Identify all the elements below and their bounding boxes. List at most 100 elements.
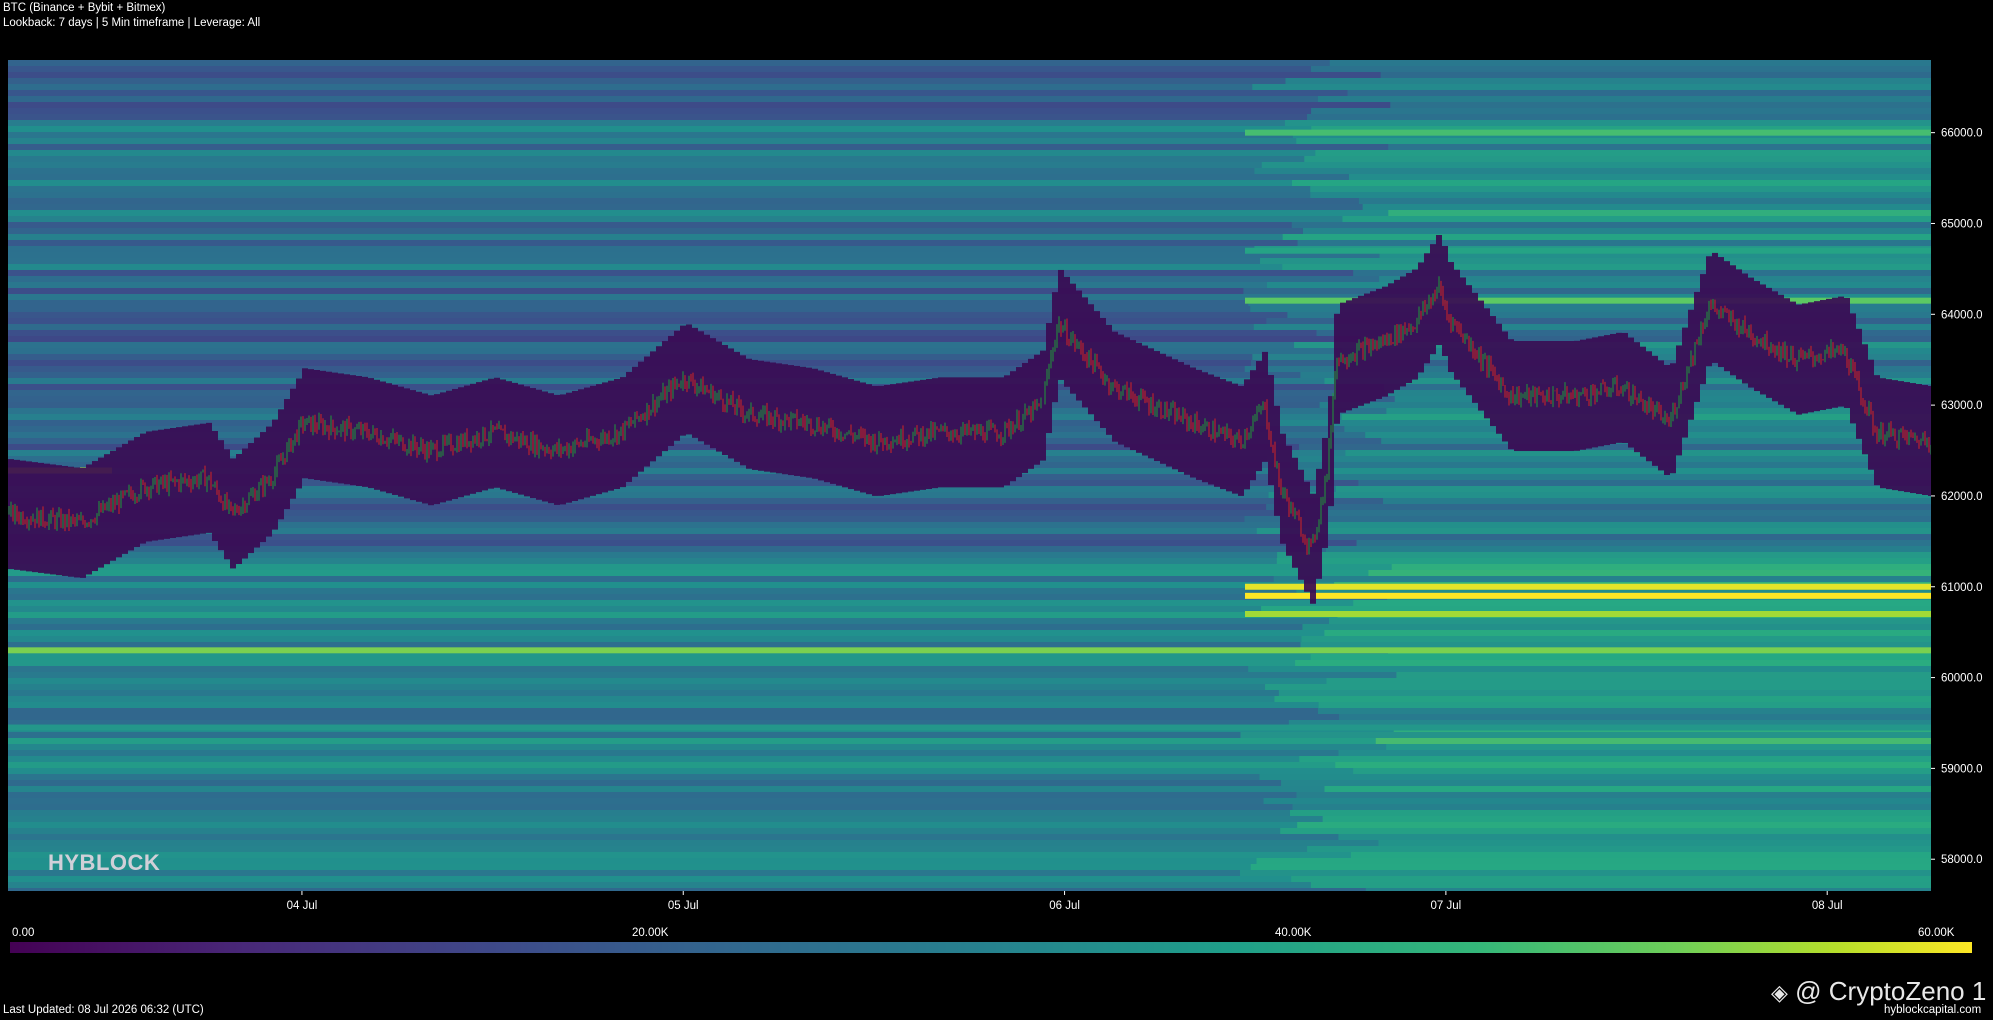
heatmap-band-recent — [1307, 114, 1931, 120]
heatmap-band-recent — [1259, 774, 1931, 780]
colorbar-label-1: 20.00K — [632, 927, 669, 939]
heatmap-band-recent — [1380, 72, 1931, 78]
heatmap-band-recent — [1254, 168, 1931, 174]
liquidated-zone-segment — [938, 377, 944, 488]
heatmap-band-recent — [1317, 708, 1931, 714]
heatmap-band-recent — [1295, 660, 1931, 666]
colorbar-label-0: 0.00 — [12, 927, 35, 939]
heatmap-band-recent — [1273, 576, 1931, 582]
heatmap-band-recent — [1390, 102, 1931, 108]
heatmap-band-recent — [1296, 792, 1931, 798]
heatmap-band-recent — [1311, 108, 1931, 114]
heatmap-band-recent — [1244, 516, 1931, 522]
heatmap-band-recent — [1326, 678, 1931, 684]
x-axis: 04 Jul 05 Jul 06 Jul 07 Jul 08 Jul — [287, 891, 1843, 912]
watermark-text: @ CryptoZeno 1 — [1795, 976, 1987, 1006]
heatmap-band-recent — [1297, 240, 1931, 246]
heatmap-band-recent — [1268, 492, 1931, 498]
heatmap-band-recent — [1335, 486, 1931, 492]
liquidation-level — [1245, 129, 1931, 136]
heatmap-band-recent — [1388, 144, 1931, 150]
liquidated-zone-segment — [1310, 493, 1316, 604]
heatmap-band-recent — [1299, 756, 1931, 762]
colorbar — [10, 942, 1972, 953]
liquidation-level — [1245, 611, 1931, 617]
heatmap-band-recent — [1250, 864, 1931, 870]
heatmap-band-recent — [1304, 510, 1931, 516]
heatmap-band-recent — [1391, 564, 1931, 570]
heatmap-band-recent — [1335, 762, 1931, 768]
y-tick-label: 60000.0 — [1941, 673, 1983, 685]
heatmap-band-recent — [1252, 84, 1931, 90]
heatmap-band-recent — [1310, 192, 1931, 198]
heatmap-band-recent — [1290, 462, 1931, 468]
liquidated-zone-segment — [122, 443, 128, 554]
y-tick-label: 65000.0 — [1941, 218, 1983, 230]
heatmap-band-recent — [1266, 456, 1931, 462]
heatmap-band-recent — [1365, 888, 1931, 891]
heatmap-band-recent — [1310, 186, 1931, 192]
heatmap-band-recent — [1291, 876, 1931, 882]
heatmap-band-recent — [1265, 684, 1931, 690]
colorbar-label-3: 60.00K — [1918, 927, 1955, 939]
heatmap-band-recent — [1342, 216, 1931, 222]
heatmap-band-recent — [1263, 798, 1931, 804]
heatmap-band-recent — [1310, 654, 1931, 660]
heatmap-band-recent — [1383, 498, 1931, 504]
heatmap-band-recent — [1324, 786, 1931, 792]
heatmap-band-recent — [1378, 840, 1931, 846]
heatmap-band-recent — [1285, 78, 1931, 84]
heatmap-band-recent — [1338, 834, 1931, 840]
heatmap-band-recent — [1299, 444, 1931, 450]
heatmap-band-recent — [1301, 636, 1931, 642]
heatmap-band-recent — [1256, 858, 1931, 864]
y-tick-label: 58000.0 — [1941, 854, 1983, 866]
heatmap-band-recent — [1240, 870, 1931, 876]
site-link[interactable]: hyblockcapital.com — [1884, 1004, 1981, 1016]
liquidation-level — [1245, 247, 1931, 254]
heatmap-band-recent — [1256, 528, 1931, 534]
heatmap-band-recent — [1282, 234, 1931, 240]
heatmap-band-recent — [1358, 480, 1931, 486]
y-tick-label: 62000.0 — [1941, 491, 1983, 503]
heatmap-band-recent — [1302, 624, 1931, 630]
heatmap-band-recent — [1362, 204, 1931, 210]
heatmap-band-recent — [1269, 474, 1931, 480]
heatmap-band-recent — [1329, 60, 1931, 66]
heatmap-band-recent — [1248, 666, 1931, 672]
y-tick-label: 59000.0 — [1941, 763, 1983, 775]
heatmap-band-recent — [1310, 66, 1931, 72]
liquidation-level — [1245, 592, 1931, 599]
heatmap-band-recent — [1260, 258, 1931, 264]
heatmap-band-recent — [1307, 846, 1931, 852]
x-tick-label: 04 Jul — [287, 900, 318, 912]
y-tick-label: 61000.0 — [1941, 582, 1983, 594]
heatmap-band-recent — [1310, 882, 1931, 888]
heatmap-band-recent — [1356, 540, 1931, 546]
heatmap-band-recent — [1304, 156, 1931, 162]
heatmap-band-recent — [1297, 822, 1931, 828]
heatmap-band-recent — [1388, 210, 1931, 216]
y-tick-label: 64000.0 — [1941, 309, 1983, 321]
heatmap-band-recent — [1261, 162, 1931, 168]
colorbar-label-2: 40.00K — [1275, 927, 1312, 939]
watermark: ◈ @ CryptoZeno 1 — [1771, 976, 1986, 1007]
heatmap-band-recent — [1324, 630, 1931, 636]
heatmap-band-recent — [1386, 744, 1931, 750]
heatmap-band-recent — [1348, 174, 1931, 180]
heatmap-band-recent — [1318, 702, 1931, 708]
liquidation-heatmap-chart[interactable]: 58000.0 59000.0 60000.0 61000.0 62000.0 63000… — [0, 0, 1993, 925]
heatmap-band-recent — [1284, 120, 1931, 126]
heatmap-band-recent — [1350, 852, 1931, 858]
liquidation-level — [1245, 583, 1931, 590]
heatmap-band-recent — [1322, 816, 1931, 822]
heatmap-band-recent — [1302, 228, 1931, 234]
heatmap-band-recent — [1276, 558, 1931, 564]
heatmap-band-recent — [1291, 222, 1931, 228]
liquidated-zone-segment — [134, 437, 140, 548]
heatmap-band-recent — [1317, 96, 1931, 102]
x-tick-label: 08 Jul — [1812, 900, 1843, 912]
heatmap-band-recent — [1292, 804, 1931, 810]
heatmap-band-recent — [1312, 522, 1931, 528]
liquidation-level — [8, 724, 1931, 731]
